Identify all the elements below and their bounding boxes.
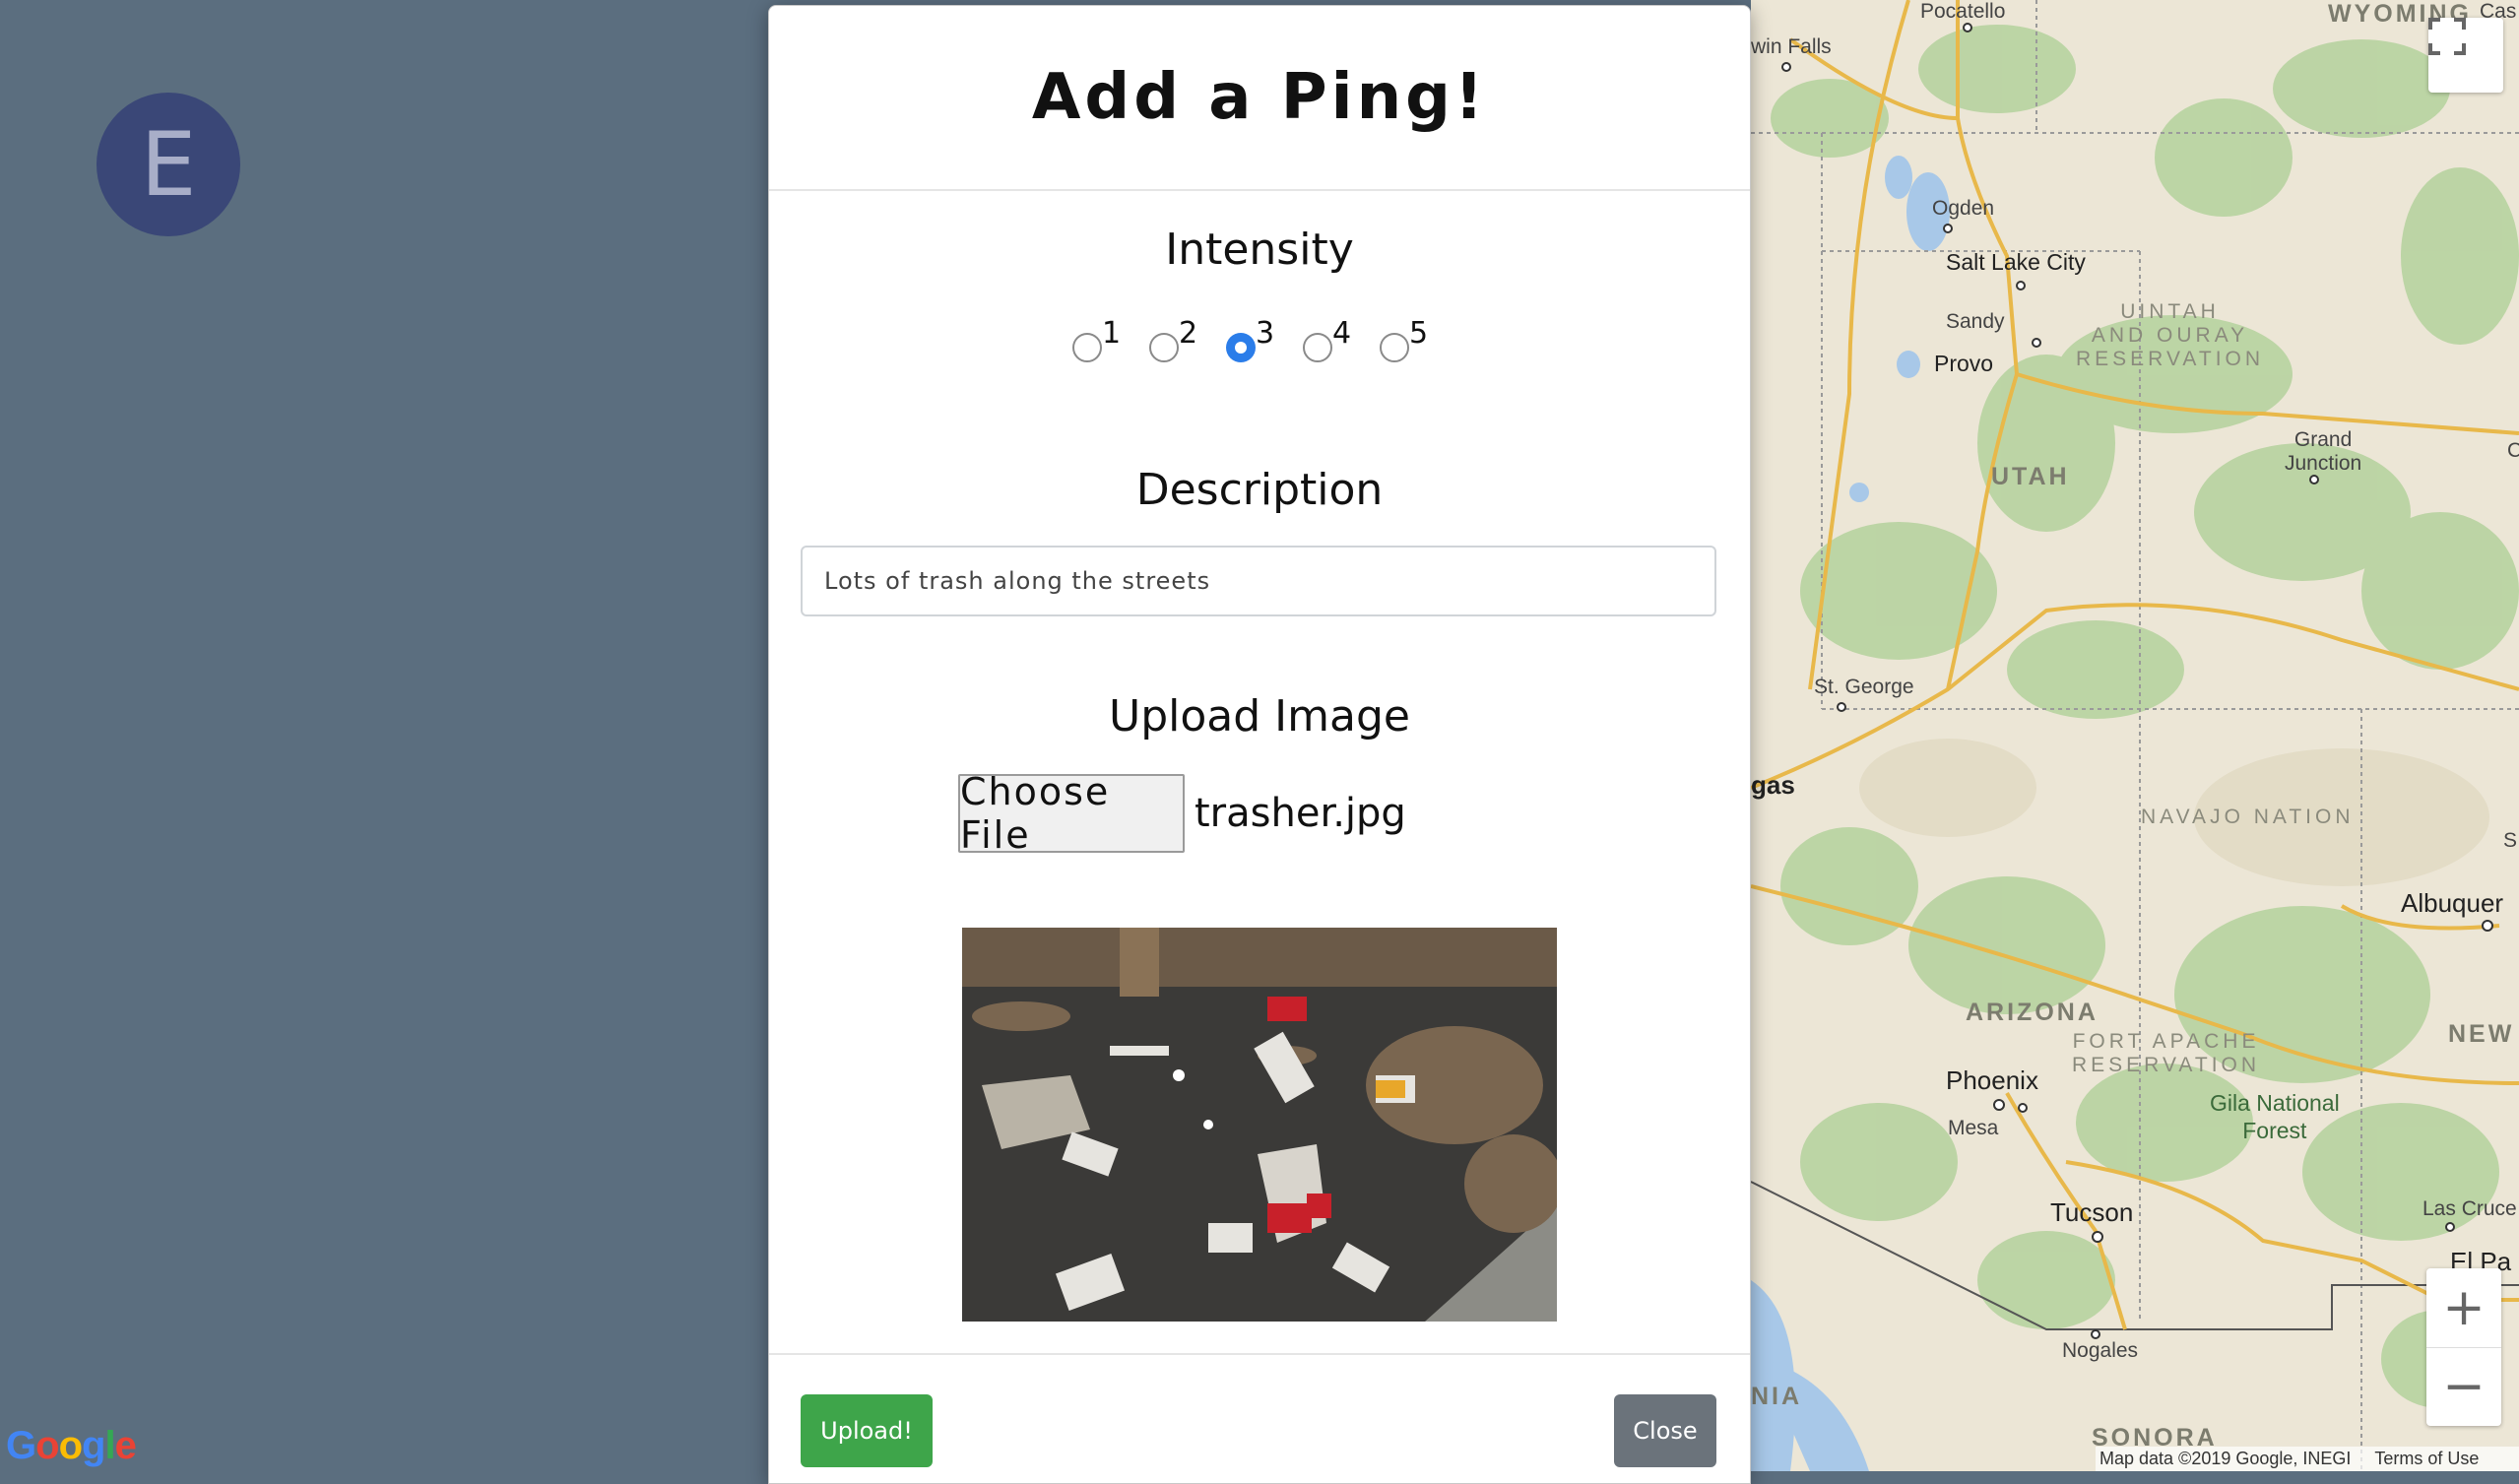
map-label-mesa: Mesa xyxy=(1948,1117,1999,1139)
terms-of-use-link[interactable]: Terms of Use xyxy=(2374,1449,2479,1469)
image-preview xyxy=(962,928,1557,1322)
file-input: Choose File trasher.jpg xyxy=(958,770,1406,857)
map-label-california: NIA xyxy=(1751,1383,1803,1410)
intensity-option-label: 4 xyxy=(1332,316,1352,351)
map-label-nogales: Nogales xyxy=(2062,1339,2139,1362)
map-label-utah: UTAH xyxy=(1991,463,2070,490)
selected-file-name: trasher.jpg xyxy=(1195,791,1406,836)
trash-photo xyxy=(962,928,1557,1322)
intensity-radio-4[interactable] xyxy=(1303,333,1332,362)
upload-button[interactable]: Upload! xyxy=(801,1394,933,1467)
map-label-provo: Provo xyxy=(1934,351,1994,376)
intensity-option-2[interactable]: 2 xyxy=(1149,319,1216,362)
map-label-pocatello: Pocatello xyxy=(1920,0,2006,23)
intensity-radio-3[interactable] xyxy=(1226,333,1256,362)
map-label-fort-apache: FORT APACHE RESERVATION xyxy=(2072,1030,2261,1076)
zoom-control: + − xyxy=(2426,1268,2501,1426)
map-label-st-george: St. George xyxy=(1814,676,1914,698)
map-label-navajo: NAVAJO NATION xyxy=(2141,806,2355,828)
choose-file-button[interactable]: Choose File xyxy=(958,770,1185,857)
map-terrain xyxy=(1751,0,2519,1471)
map-label-edge-c: C xyxy=(2507,439,2519,462)
intensity-label: Intensity xyxy=(1165,225,1354,275)
zoom-out-button[interactable]: − xyxy=(2426,1348,2501,1427)
modal-footer: Upload! Close xyxy=(769,1353,1750,1483)
map-label-albuquerque: Albuquer xyxy=(2401,888,2504,918)
map-label-las-cruces: Las Cruce xyxy=(2422,1197,2517,1220)
add-ping-modal: Add a Ping! Intensity 12345 Description … xyxy=(768,5,1751,1484)
description-label: Description xyxy=(1135,465,1384,515)
map-label-phoenix: Phoenix xyxy=(1946,1065,2038,1095)
map-label-sandy: Sandy xyxy=(1946,310,2005,333)
map-attribution-bar: Map data ©2019 Google, INEGI Terms of Us… xyxy=(2096,1447,2519,1471)
google-logo[interactable]: Google xyxy=(6,1424,137,1468)
map-label-salt-lake-city: Salt Lake City xyxy=(1946,249,2086,275)
upload-image-label: Upload Image xyxy=(1109,691,1410,742)
intensity-radio-1[interactable] xyxy=(1072,333,1102,362)
intensity-option-4[interactable]: 4 xyxy=(1303,319,1370,362)
intensity-option-1[interactable]: 1 xyxy=(1072,319,1139,362)
map-label-new-mexico: NEW xyxy=(2448,1020,2515,1048)
avatar[interactable]: E xyxy=(97,93,240,236)
intensity-option-3[interactable]: 3 xyxy=(1226,319,1293,362)
intensity-radio-group: 1 2 3 4 5 xyxy=(769,319,1750,362)
fullscreen-button[interactable] xyxy=(2428,18,2503,93)
intensity-option-5[interactable]: 5 xyxy=(1380,319,1447,362)
map-label-grand-junction: Grand Junction xyxy=(2285,428,2362,475)
modal-title: Add a Ping! xyxy=(1031,61,1488,134)
intensity-option-label: 5 xyxy=(1409,316,1429,351)
intensity-option-label: 3 xyxy=(1256,316,1275,351)
map-label-uintah: UINTAH AND OURAY RESERVATION xyxy=(2076,300,2265,370)
map-label-twin-falls: win Falls xyxy=(1751,35,1832,58)
intensity-radio-5[interactable] xyxy=(1380,333,1409,362)
zoom-in-button[interactable]: + xyxy=(2426,1268,2501,1348)
intensity-option-label: 2 xyxy=(1179,316,1198,351)
map-label-ogden: Ogden xyxy=(1932,197,1995,220)
map-label-gila-forest: Gila National Forest xyxy=(2210,1090,2340,1143)
map-label-arizona: ARIZONA xyxy=(1966,999,2099,1026)
description-input[interactable]: Lots of trash along the streets xyxy=(801,546,1716,616)
map-label-vegas: gas xyxy=(1751,770,1795,800)
map-label-edge-s: S xyxy=(2503,829,2518,852)
map-attribution: Map data ©2019 Google, INEGI xyxy=(2099,1449,2352,1468)
fullscreen-icon xyxy=(2428,18,2466,55)
intensity-option-label: 1 xyxy=(1102,316,1122,351)
modal-header: Add a Ping! xyxy=(769,6,1750,191)
map-label-tucson: Tucson xyxy=(2050,1197,2134,1227)
intensity-radio-2[interactable] xyxy=(1149,333,1179,362)
map-visible-area[interactable]: Pocatello WYOMING Cas win Falls Ogden Sa… xyxy=(1751,0,2519,1471)
close-button[interactable]: Close xyxy=(1614,1394,1716,1467)
